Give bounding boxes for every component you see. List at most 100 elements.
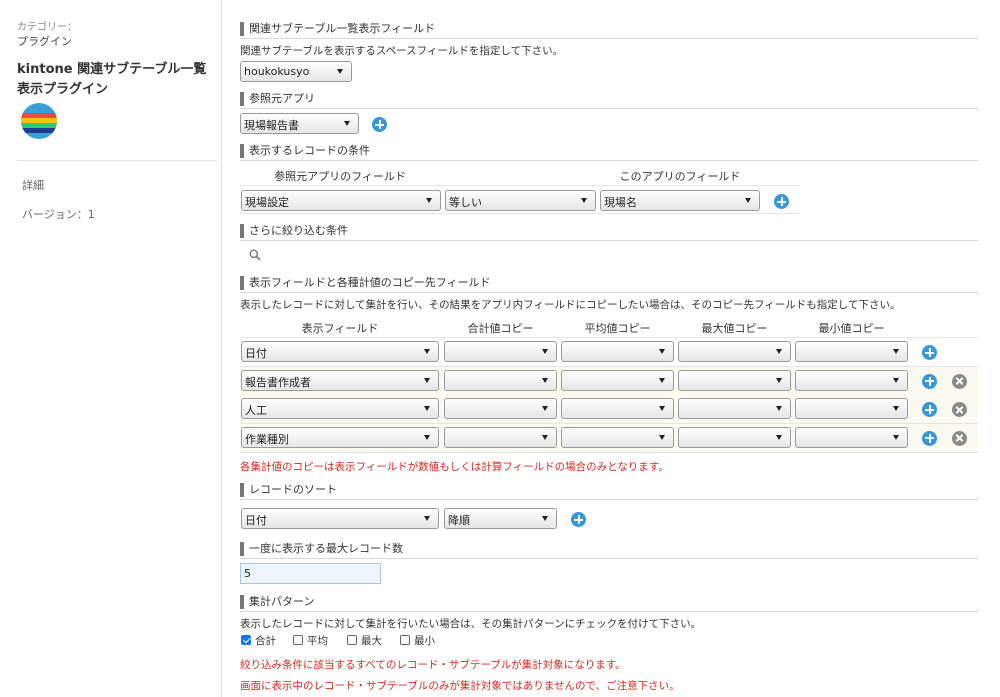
- source-app-select[interactable]: 現場報告書: [240, 113, 359, 134]
- max-copy-select[interactable]: [678, 369, 791, 391]
- add-app-icon[interactable]: [372, 117, 387, 132]
- sidebar-detail-link[interactable]: 詳細: [22, 177, 44, 193]
- section-title: 参照元アプリ: [249, 92, 315, 105]
- chevron-down-icon: [659, 349, 665, 354]
- max-records-input[interactable]: 5: [240, 563, 381, 584]
- chevron-down-icon: [426, 198, 432, 203]
- chevron-down-icon: [776, 434, 782, 440]
- category-label: カテゴリー：: [17, 22, 77, 33]
- max-copy-select[interactable]: [678, 398, 791, 419]
- checkbox-icon[interactable]: [241, 635, 251, 645]
- checkbox-icon[interactable]: [400, 635, 410, 645]
- min-copy-select[interactable]: [795, 341, 908, 362]
- remove-row-icon[interactable]: [952, 402, 967, 417]
- add-condition-icon[interactable]: [774, 194, 789, 209]
- section-filter: さらに絞り込む条件: [240, 223, 978, 241]
- min-copy-select[interactable]: [795, 426, 908, 448]
- chevron-down-icon: [337, 69, 343, 74]
- display-field-select[interactable]: 日付: [241, 341, 439, 362]
- max-copy-select[interactable]: [678, 426, 791, 448]
- related-subtable-desc: 関連サブテーブルを表示するスペースフィールドを指定して下さい。: [240, 45, 564, 57]
- chevron-down-icon: [893, 434, 899, 440]
- section-max-records: 一度に表示する最大レコード数: [240, 541, 978, 559]
- max-copy-select[interactable]: [678, 341, 791, 362]
- sort-order-select[interactable]: 降順: [444, 508, 557, 529]
- chevron-down-icon: [893, 377, 899, 383]
- avg-copy-select[interactable]: [561, 426, 674, 448]
- avg-copy-select[interactable]: [561, 369, 674, 391]
- col-max-copy: 最大値コピー: [701, 322, 768, 335]
- category-value: プラグイン: [17, 35, 72, 48]
- section-title: 一度に表示する最大レコード数: [249, 542, 403, 555]
- search-icon[interactable]: [249, 249, 261, 261]
- sidebar-divider: [17, 160, 217, 161]
- chevron-down-icon: [659, 406, 665, 411]
- min-copy-select[interactable]: [795, 398, 908, 419]
- add-row-icon[interactable]: [922, 430, 937, 446]
- add-row-icon[interactable]: [922, 402, 937, 417]
- section-title: 集計パターン: [249, 595, 315, 608]
- condition-this-field-select[interactable]: 現場名: [600, 190, 760, 211]
- section-source-app: 参照元アプリ: [240, 91, 978, 109]
- display-field-select[interactable]: 報告書作成者: [241, 369, 439, 391]
- add-row-icon[interactable]: [922, 345, 937, 360]
- avg-copy-select[interactable]: [561, 398, 674, 419]
- chevron-down-icon: [542, 349, 548, 354]
- sidebar-version: バージョン：1: [22, 208, 95, 221]
- condition-operator-select[interactable]: 等しい: [445, 190, 596, 211]
- chevron-down-icon: [542, 434, 548, 440]
- chevron-down-icon: [776, 349, 782, 354]
- sum-copy-select[interactable]: [444, 398, 557, 419]
- aggregate-note-1: 絞り込み条件に該当するすべてのレコード・サブテーブルが集計対象になります。: [240, 659, 626, 671]
- chevron-down-icon: [893, 349, 899, 354]
- display-field-select[interactable]: 作業種別: [241, 426, 439, 448]
- sum-copy-select[interactable]: [444, 426, 557, 448]
- remove-row-icon[interactable]: [952, 430, 967, 446]
- chevron-down-icon: [776, 377, 782, 383]
- remove-row-icon[interactable]: [952, 373, 967, 389]
- chevron-down-icon: [776, 406, 782, 411]
- chevron-down-icon: [424, 406, 430, 411]
- col-sum-copy: 合計値コピー: [467, 322, 534, 335]
- section-display-fields: 表示フィールドと各種計値のコピー先フィールド: [240, 275, 978, 293]
- min-copy-select[interactable]: [795, 369, 908, 391]
- section-title: レコードのソート: [249, 483, 337, 496]
- add-row-icon[interactable]: [922, 373, 937, 389]
- chevron-down-icon: [659, 377, 665, 383]
- chevron-down-icon: [424, 349, 430, 354]
- plugin-settings-form: 関連サブテーブル一覧表示フィールド 関連サブテーブルを表示するスペースフィールド…: [240, 0, 980, 697]
- chevron-down-icon: [542, 377, 548, 383]
- aggregate-note-2: 画面に表示中のレコード・サブテーブルのみが集計対象ではありませんので、ご注意下さ…: [240, 680, 680, 692]
- chevron-down-icon: [659, 434, 665, 440]
- checkbox-icon[interactable]: [347, 635, 357, 645]
- aggregate-min-checkbox[interactable]: 最小: [400, 633, 435, 648]
- display-field-select[interactable]: 人工: [241, 398, 439, 419]
- chevron-down-icon: [542, 406, 548, 411]
- sum-copy-select[interactable]: [444, 369, 557, 391]
- chevron-down-icon: [745, 198, 751, 203]
- col-avg-copy: 平均値コピー: [584, 322, 651, 335]
- chevron-down-icon: [424, 377, 430, 383]
- chevron-down-icon: [344, 121, 350, 126]
- section-title: 表示フィールドと各種計値のコピー先フィールド: [249, 276, 491, 289]
- aggregate-max-checkbox[interactable]: 最大: [347, 633, 382, 648]
- avg-copy-select[interactable]: [561, 341, 674, 362]
- sort-field-select[interactable]: 日付: [241, 508, 439, 529]
- condition-source-field-select[interactable]: 現場設定: [241, 190, 441, 211]
- section-sort: レコードのソート: [240, 482, 978, 500]
- section-title: さらに絞り込む条件: [249, 224, 348, 237]
- chevron-down-icon: [581, 198, 587, 203]
- section-conditions: 表示するレコードの条件: [240, 143, 978, 161]
- sum-copy-select[interactable]: [444, 341, 557, 362]
- plugin-sidebar: カテゴリー： プラグイン kintone 関連サブテーブル一覧表示プラグイン 詳…: [0, 0, 222, 697]
- aggregate-sum-checkbox[interactable]: 合計: [241, 633, 276, 648]
- chevron-down-icon: [893, 406, 899, 411]
- aggregate-avg-checkbox[interactable]: 平均: [293, 633, 328, 648]
- section-related-subtable: 関連サブテーブル一覧表示フィールド: [240, 21, 978, 39]
- related-subtable-select[interactable]: houkokusyo: [240, 61, 352, 82]
- aggregate-desc: 表示したレコードに対して集計を行いたい場合は、その集計パターンにチェックを付けて…: [240, 618, 702, 630]
- display-fields-note: 各集計値のコピーは表示フィールドが数値もしくは計算フィールドの場合のみとなります…: [240, 461, 669, 473]
- checkbox-icon[interactable]: [293, 635, 303, 645]
- col-source-field: 参照元アプリのフィールド: [274, 170, 406, 183]
- add-sort-icon[interactable]: [571, 512, 586, 527]
